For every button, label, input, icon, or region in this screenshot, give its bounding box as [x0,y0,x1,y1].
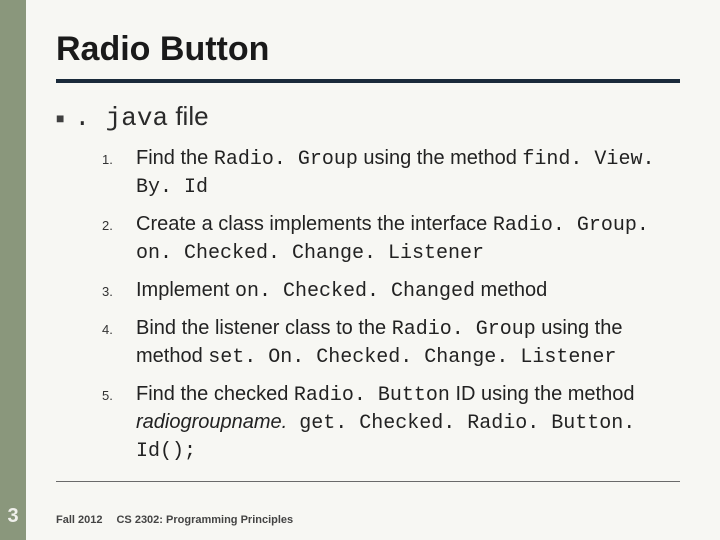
list-number: 3. [102,277,136,305]
text-span: Find the checked [136,383,294,405]
text-span: method [475,279,547,301]
code-span: Radio. Group [214,148,358,171]
text-span: Create a class implements the interface [136,213,493,235]
subtitle-code: . java [74,103,168,133]
list-number: 2. [102,211,136,267]
text-span: using the method [358,147,523,169]
list-item: 5.Find the checked Radio. Button ID usin… [102,381,680,465]
footer: Fall 2012 CS 2302: Programming Principles [56,514,293,526]
text-span: ID using the method [450,383,635,405]
list-body: Bind the listener class to the Radio. Gr… [136,315,680,371]
list-body: Find the checked Radio. Button ID using … [136,381,680,465]
page-number: 3 [0,505,26,528]
ordered-list: 1.Find the Radio. Group using the method… [102,145,680,465]
code-span: set. On. Checked. Change. Listener [208,346,616,369]
slide-body: Radio Button ■ . java file 1.Find the Rad… [26,0,720,540]
list-body: Find the Radio. Group using the method f… [136,145,680,201]
code-span: Radio. Button [294,384,450,407]
list-body: Implement on. Checked. Changed method [136,277,680,305]
list-item: 3.Implement on. Checked. Changed method [102,277,680,305]
text-span: radiogroupname. [136,411,287,433]
list-body: Create a class implements the interface … [136,211,680,267]
list-item: 4.Bind the listener class to the Radio. … [102,315,680,371]
sidebar-accent [0,0,26,540]
subtitle-text: file [168,101,208,131]
list-number: 4. [102,315,136,371]
footer-term: Fall 2012 [56,514,102,526]
list-item: 1.Find the Radio. Group using the method… [102,145,680,201]
bullet-icon: ■ [56,110,64,126]
footer-rule [56,481,680,482]
slide-title: Radio Button [56,30,680,69]
title-rule [56,79,680,83]
subtitle: ■ . java file [56,101,680,133]
text-span: Bind the listener class to the [136,317,392,339]
code-span: on. Checked. Changed [235,280,475,303]
text-span: Find the [136,147,214,169]
list-item: 2.Create a class implements the interfac… [102,211,680,267]
list-number: 5. [102,381,136,465]
text-span: Implement [136,279,235,301]
footer-course: CS 2302: Programming Principles [116,514,293,526]
list-number: 1. [102,145,136,201]
code-span: Radio. Group [392,318,536,341]
